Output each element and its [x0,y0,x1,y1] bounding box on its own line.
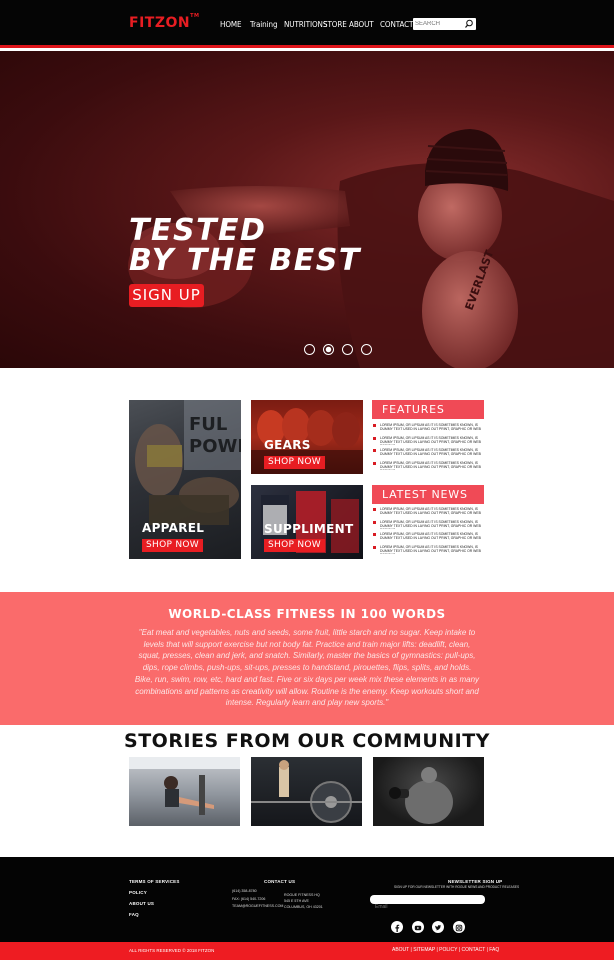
features-list: LOREM IPSUM, OR LIPSUM AS IT IS SOMETIME… [372,423,484,473]
newsletter-text: SIGN UP FOR OUR NEWSLETTER WITH ROGUE NE… [394,885,520,889]
slider-dots [304,344,372,355]
gears-label: GEARS [264,438,311,452]
news-item[interactable]: LOREM IPSUM, OR LIPSUM AS IT IS SOMETIME… [372,507,484,516]
contact-fax: FAX: (614) 540-7206 [232,897,266,901]
youtube-icon[interactable] [412,921,424,933]
facebook-icon[interactable] [391,921,403,933]
apparel-label: APPAREL [142,521,205,535]
search-box [413,18,476,30]
contact-phone: (614) 358-8780 [232,889,257,893]
apparel-shop-now-button[interactable]: SHOP NOW [142,539,203,552]
slider-dot[interactable] [361,344,372,355]
story-image-2[interactable] [251,757,362,826]
bottom-links[interactable]: ABOUT | SITEMAP | POLICY | CONTACT | FAQ [392,947,499,953]
story-photo [129,757,240,815]
slider-dot-active[interactable] [323,344,334,355]
hero-title-line-2: BY THE BEST [129,243,361,278]
nav-home[interactable]: HOME [220,20,242,29]
trademark: TM [190,13,200,19]
twitter-icon[interactable] [432,921,444,933]
features-item[interactable]: LOREM IPSUM, OR LIPSUM AS IT IS SOMETIME… [372,448,484,457]
brand-name: FITZON [129,15,191,31]
footer-link-terms[interactable]: TERMS OF SERVICES [129,879,180,884]
address-line-3: COLUMBUS, OH 43201 [284,905,323,909]
svg-text:FUL: FUL [189,414,227,435]
news-item[interactable]: LOREM IPSUM, OR LIPSUM AS IT IS SOMETIME… [372,532,484,541]
nav-training[interactable]: Training [250,20,278,29]
stories-heading: STORIES FROM OUR COMMUNITY [124,730,490,752]
gears-shop-now-button[interactable]: SHOP NOW [264,456,325,469]
features-item[interactable]: LOREM IPSUM, OR LIPSUM AS IT IS SOMETIME… [372,461,484,470]
newsletter-field [370,895,485,912]
story-photo [251,760,362,823]
hero-title-line-1: TESTED [129,213,267,248]
hero-headline: TESTED BY THE BEST [129,216,361,276]
hero-banner: EVERLAST TESTED BY THE BEST SIGN UP [0,51,614,368]
features-item[interactable]: LOREM IPSUM, OR LIPSUM AS IT IS SOMETIME… [372,423,484,432]
nav-about[interactable]: ABOUT [349,20,374,29]
features-heading: FEATURES [372,400,484,419]
latest-news-heading: LATEST NEWS [372,485,484,504]
search-input[interactable] [415,19,463,29]
contact-email[interactable]: TEAM@ROGUEFITNESS.COM [232,903,283,909]
contact-heading: CONTACT US [264,879,296,884]
quote-text: "Eat meat and vegetables, nuts and seeds… [134,628,480,708]
features-item[interactable]: LOREM IPSUM, OR LIPSUM AS IT IS SOMETIME… [372,436,484,445]
gears-tile[interactable]: GEARS SHOP NOW [251,400,363,474]
news-list: LOREM IPSUM, OR LIPSUM AS IT IS SOMETIME… [372,507,484,557]
bottom-bar [0,942,614,960]
brand-logo[interactable]: FITZONTM [129,13,200,31]
nav-store[interactable]: STORE [323,20,347,29]
nav-nutritions[interactable]: NUTRITIONS [284,20,327,29]
copyright-text: ALL RIGHTS RESERVED © 2018 FITZON [129,948,215,953]
top-navbar: FITZONTM HOME Training NUTRITIONS STORE … [0,0,614,48]
suppliment-label: SUPPLIMENT [264,522,354,536]
slider-dot[interactable] [304,344,315,355]
news-item[interactable]: LOREM IPSUM, OR LIPSUM AS IT IS SOMETIME… [372,520,484,529]
footer-link-about[interactable]: ABOUT US [129,901,154,906]
quote-title: WORLD-CLASS FITNESS IN 100 WORDS [168,607,446,621]
footer-link-faq[interactable]: FAQ [129,912,139,917]
apparel-tile[interactable]: FUL POWE APPAREL SHOP NOW [129,400,241,559]
story-image-1[interactable] [129,757,240,826]
slider-dot[interactable] [342,344,353,355]
newsletter-email-input[interactable] [370,902,470,912]
suppliment-tile[interactable]: SUPPLIMENT SHOP NOW [251,485,363,559]
instagram-icon[interactable] [453,921,465,933]
search-icon[interactable] [464,19,474,29]
news-item[interactable]: LOREM IPSUM, OR LIPSUM AS IT IS SOMETIME… [372,545,484,554]
footer-link-policy[interactable]: POLICY [129,890,147,895]
signup-button[interactable]: SIGN UP [129,284,204,307]
apparel-image: FUL POWE [135,400,241,525]
boxer-image: EVERLAST [128,129,614,368]
story-image-3[interactable] [373,757,484,826]
svg-text:POWE: POWE [189,436,241,457]
nav-contact[interactable]: CONTACT [380,20,413,29]
suppliment-shop-now-button[interactable]: SHOP NOW [264,539,325,552]
story-photo [389,767,453,824]
